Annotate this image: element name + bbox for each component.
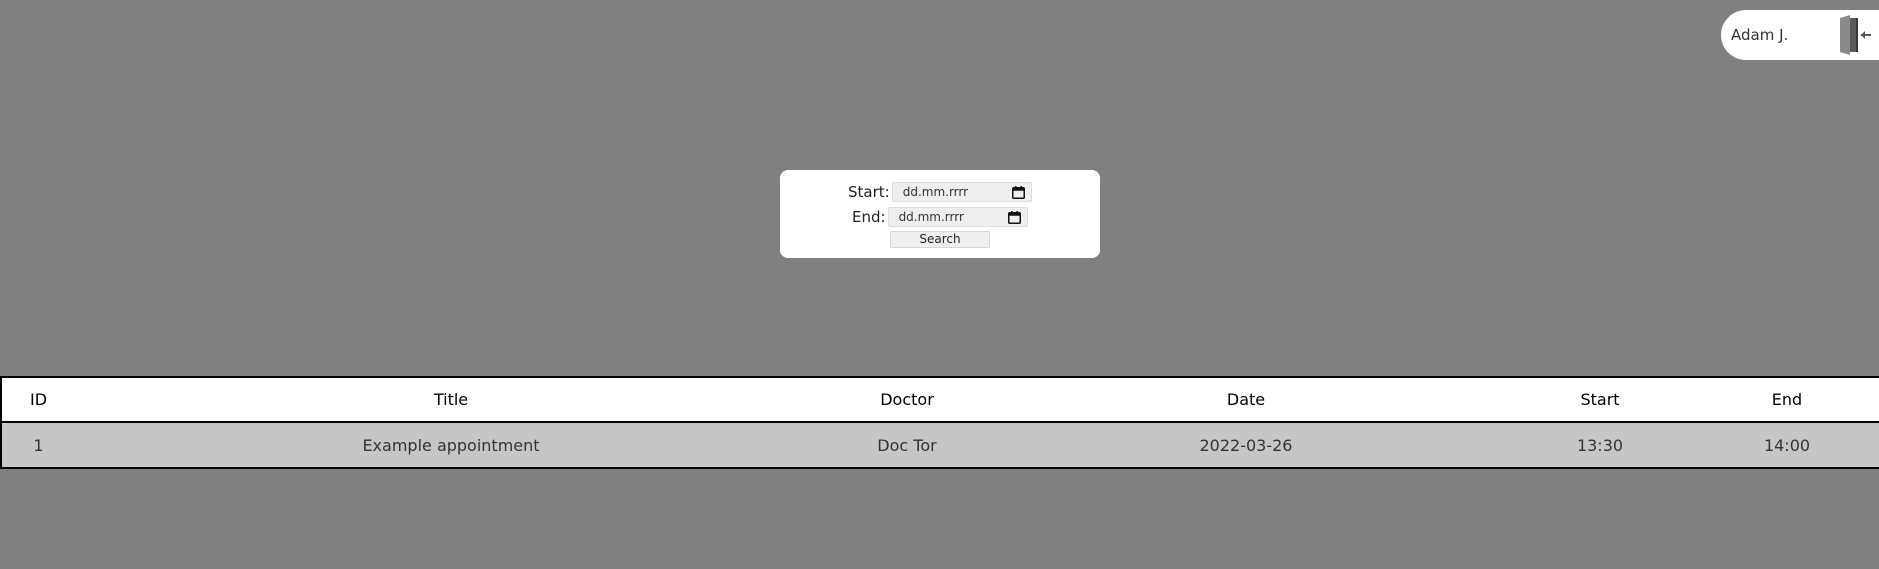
start-label: Start: xyxy=(848,183,890,201)
table-header-row: ID Title Doctor Date Start End xyxy=(1,377,1879,423)
cell-end: 14:00 xyxy=(1695,422,1879,468)
end-date-placeholder: dd.mm.rrrr xyxy=(898,210,964,224)
header-title: Title xyxy=(75,377,827,423)
cell-doctor: Doc Tor xyxy=(827,422,987,468)
search-button[interactable]: Search xyxy=(890,231,990,248)
cell-date: 2022-03-26 xyxy=(987,422,1505,468)
header-end: End xyxy=(1695,377,1879,423)
header-doctor: Doctor xyxy=(827,377,987,423)
end-label: End: xyxy=(852,208,886,226)
end-date-input[interactable]: dd.mm.rrrr xyxy=(887,207,1028,227)
appointments-table: ID Title Doctor Date Start End 1 Example… xyxy=(0,376,1879,469)
start-date-placeholder: dd.mm.rrrr xyxy=(902,185,969,199)
header-id: ID xyxy=(1,377,75,423)
cell-title: Example appointment xyxy=(75,422,827,468)
user-name: Adam J. xyxy=(1731,26,1789,44)
table-row[interactable]: 1 Example appointment Doc Tor 2022-03-26… xyxy=(1,422,1879,468)
user-badge: Adam J. xyxy=(1721,10,1879,60)
cell-id: 1 xyxy=(1,422,75,468)
cell-start: 13:30 xyxy=(1505,422,1695,468)
header-date: Date xyxy=(987,377,1505,423)
door-exit-icon[interactable] xyxy=(1837,14,1873,56)
start-date-input[interactable]: dd.mm.rrrr xyxy=(891,182,1032,202)
search-panel: Start: dd.mm.rrrr End: dd.mm.rrrr Search xyxy=(780,170,1100,258)
header-start: Start xyxy=(1505,377,1695,423)
start-date-row: Start: dd.mm.rrrr xyxy=(848,182,1032,202)
calendar-icon[interactable] xyxy=(1011,185,1025,199)
calendar-icon[interactable] xyxy=(1007,210,1021,224)
page: Adam J. Start: dd.mm.rrrr End: dd.mm.rrr… xyxy=(0,0,1879,569)
end-date-row: End: dd.mm.rrrr xyxy=(852,207,1028,227)
